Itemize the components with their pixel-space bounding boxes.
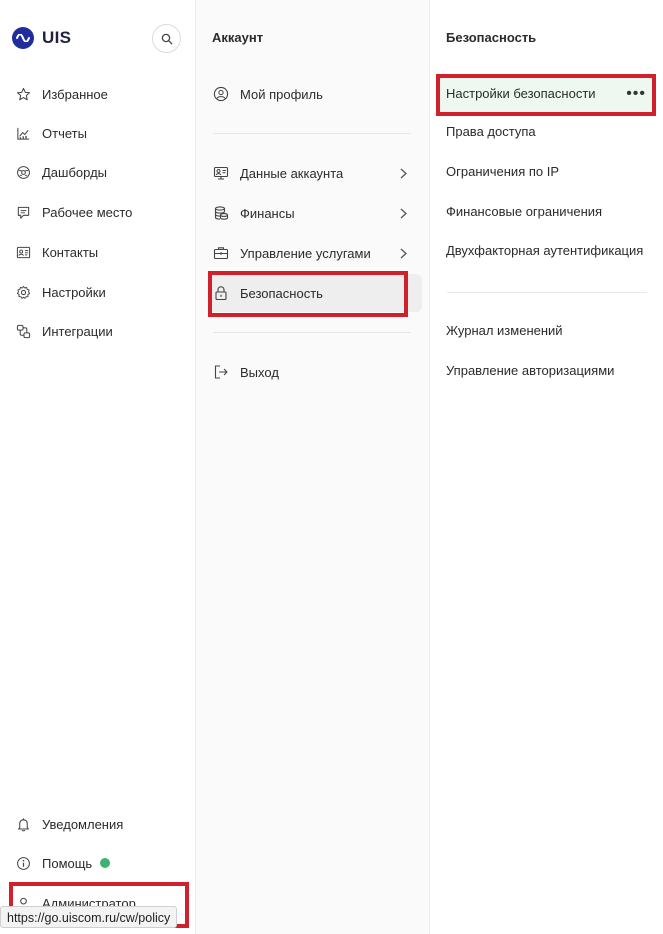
- menu-item-label: Мой профиль: [240, 86, 323, 102]
- bell-icon: [14, 815, 32, 833]
- profile-icon: [212, 85, 230, 103]
- sidebar-item-contacts[interactable]: Контакты: [14, 240, 98, 264]
- coins-icon: [212, 204, 230, 222]
- menu-item-label: Безопасность: [240, 285, 323, 301]
- sidebar-item-integrations[interactable]: Интеграции: [14, 319, 113, 343]
- security-menu-title: Безопасность: [446, 30, 537, 45]
- menu-divider: [213, 133, 411, 134]
- submenu-divider: [447, 292, 647, 293]
- sidebar-item-label: Рабочее место: [42, 204, 133, 220]
- sidebar-item-help[interactable]: Помощь: [14, 851, 111, 875]
- lock-icon: [212, 284, 230, 302]
- main-sidebar: UIS Избранное Отчеты Дашборды Рабочее ме…: [0, 0, 196, 934]
- submenu-item-auth-management[interactable]: Управление авторизациями: [446, 361, 614, 381]
- star-icon: [14, 85, 32, 103]
- sidebar-item-workplace[interactable]: Рабочее место: [14, 200, 132, 224]
- sidebar-item-label: Помощь: [42, 855, 93, 871]
- sidebar-item-label: Дашборды: [42, 164, 107, 180]
- chevron-right-icon: [396, 205, 410, 221]
- menu-item-label: Управление услугами: [240, 245, 371, 261]
- sidebar-item-favorites[interactable]: Избранное: [14, 82, 108, 106]
- menu-item-service-management[interactable]: Управление услугами: [212, 241, 412, 265]
- submenu-item-access-rights[interactable]: Права доступа: [446, 122, 536, 142]
- sidebar-item-label: Отчеты: [42, 125, 87, 141]
- submenu-item-two-factor-auth[interactable]: Двухфакторная аутентификация: [446, 241, 643, 261]
- sidebar-item-label: Интеграции: [42, 323, 113, 339]
- submenu-item-ip-restrictions[interactable]: Ограничения по IP: [446, 162, 559, 182]
- gear-icon: [14, 283, 32, 301]
- menu-item-label: Выход: [240, 364, 279, 380]
- status-bar-url: https://go.uiscom.ru/cw/policy: [0, 906, 178, 928]
- more-options-icon[interactable]: •••: [626, 77, 646, 111]
- sidebar-item-dashboards[interactable]: Дашборды: [14, 160, 107, 184]
- integration-icon: [14, 322, 32, 340]
- menu-item-finance[interactable]: Финансы: [212, 201, 412, 225]
- chevron-right-icon: [396, 245, 410, 261]
- sidebar-item-label: Настройки: [42, 284, 106, 300]
- chevron-right-icon: [396, 165, 410, 181]
- sidebar-item-notifications[interactable]: Уведомления: [14, 812, 123, 836]
- logout-icon: [212, 363, 230, 381]
- chat-icon: [14, 203, 32, 221]
- logo[interactable]: UIS: [12, 27, 71, 49]
- submenu-item-financial-limits[interactable]: Финансовые ограничения: [446, 202, 602, 222]
- sidebar-item-reports[interactable]: Отчеты: [14, 121, 87, 145]
- search-button[interactable]: [152, 24, 181, 53]
- submenu-item-security-settings[interactable]: Настройки безопасности •••: [438, 77, 656, 113]
- menu-item-logout[interactable]: Выход: [212, 360, 412, 384]
- sidebar-item-label: Избранное: [42, 86, 108, 102]
- submenu-item-change-log[interactable]: Журнал изменений: [446, 321, 563, 341]
- dashboard-icon: [14, 163, 32, 181]
- menu-divider: [213, 332, 411, 333]
- logo-text: UIS: [42, 28, 72, 47]
- menu-item-account-data[interactable]: Данные аккаунта: [212, 161, 412, 185]
- account-menu-title: Аккаунт: [212, 30, 264, 45]
- menu-item-my-profile[interactable]: Мой профиль: [212, 82, 412, 106]
- sidebar-item-settings[interactable]: Настройки: [14, 280, 106, 304]
- uis-logo-icon: [12, 27, 34, 49]
- help-status-dot: [100, 858, 111, 868]
- sidebar-item-label: Контакты: [42, 244, 99, 260]
- menu-item-security[interactable]: Безопасность: [208, 274, 422, 312]
- info-icon: [14, 854, 32, 872]
- briefcase-icon: [212, 244, 230, 262]
- account-data-icon: [212, 164, 230, 182]
- search-icon: [161, 33, 172, 44]
- chart-icon: [14, 124, 32, 142]
- sidebar-item-label: Уведомления: [42, 816, 124, 832]
- menu-item-label: Финансы: [240, 205, 295, 221]
- contacts-icon: [14, 243, 32, 261]
- account-menu-panel: [196, 0, 430, 934]
- menu-item-label: Данные аккаунта: [240, 165, 344, 181]
- submenu-item-label: Настройки безопасности: [446, 86, 596, 101]
